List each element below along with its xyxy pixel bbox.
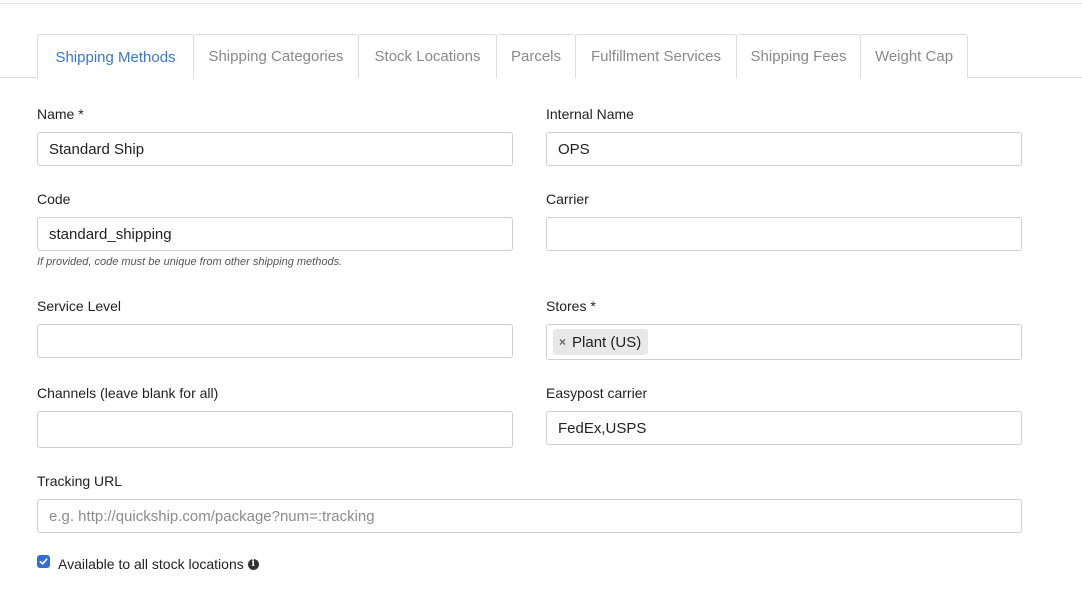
service-level-field[interactable] (37, 324, 513, 358)
easypost-carrier-field[interactable]: FedEx,USPS (546, 411, 1022, 445)
carrier-field[interactable] (546, 217, 1022, 251)
easypost-carrier-label: Easypost carrier (546, 385, 648, 401)
tab-shipping-methods[interactable]: Shipping Methods (37, 34, 194, 79)
tab-stock-locations[interactable]: Stock Locations (358, 34, 497, 78)
name-label: Name * (37, 106, 84, 122)
name-field[interactable]: Standard Ship (37, 132, 513, 166)
tab-weight-cap[interactable]: Weight Cap (860, 34, 968, 78)
tab-bar: Shipping Methods Shipping Categories Sto… (0, 34, 1082, 79)
available-all-label-row: Available to all stock locations i (58, 556, 259, 572)
code-field[interactable]: standard_shipping (37, 217, 513, 251)
carrier-label: Carrier (546, 191, 589, 207)
tracking-url-label: Tracking URL (37, 473, 123, 489)
checkmark-icon (39, 558, 48, 565)
stores-label: Stores * (546, 298, 596, 314)
code-help-text: If provided, code must be unique from ot… (37, 256, 343, 268)
tab-shipping-categories[interactable]: Shipping Categories (193, 34, 359, 78)
channels-label: Channels (leave blank for all) (37, 385, 219, 401)
info-icon[interactable]: i (247, 558, 259, 570)
available-all-checkbox[interactable] (37, 555, 50, 568)
tab-shipping-fees[interactable]: Shipping Fees (736, 34, 861, 78)
store-chip: × Plant (US) (553, 329, 649, 355)
remove-chip-icon[interactable]: × (559, 335, 566, 349)
tracking-url-field[interactable]: e.g. http://quickship.com/package?num=:t… (37, 499, 1022, 533)
code-label: Code (37, 191, 71, 207)
top-divider (0, 3, 1082, 4)
store-chip-label: Plant (US) (572, 333, 642, 351)
internal-name-label: Internal Name (546, 106, 634, 122)
available-all-label: Available to all stock locations (58, 556, 244, 572)
channels-select[interactable] (37, 411, 513, 448)
tab-parcels[interactable]: Parcels (496, 34, 576, 78)
stores-select[interactable]: × Plant (US) (546, 324, 1022, 360)
tab-fulfillment-services[interactable]: Fulfillment Services (575, 34, 737, 78)
service-level-label: Service Level (37, 298, 122, 314)
internal-name-field[interactable]: OPS (546, 132, 1022, 166)
